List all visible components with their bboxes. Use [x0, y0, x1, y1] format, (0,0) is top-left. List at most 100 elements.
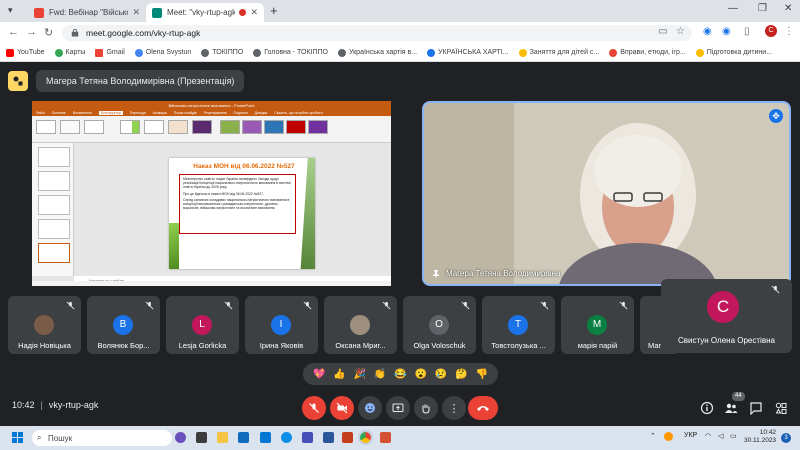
- bookmark-charter-2[interactable]: УКРАЇНСЬКА ХАРТІ...: [427, 48, 509, 57]
- reaction-thumbs-down[interactable]: 👎: [476, 369, 488, 380]
- bookmark-star-icon[interactable]: ☆: [676, 26, 685, 37]
- presentation-tile[interactable]: Військово-патріотичне виховання - PowerP…: [32, 101, 391, 286]
- participant-tile[interactable]: Надія Новіцька: [8, 296, 81, 354]
- speaker-video-tile[interactable]: ✥ Магера Тетяна Володимирівна: [422, 101, 791, 286]
- close-window-icon[interactable]: ✕: [784, 3, 792, 14]
- reload-icon[interactable]: ↻: [44, 26, 53, 39]
- volume-icon[interactable]: ◁: [718, 432, 723, 440]
- bookmark-charter[interactable]: Українська хартія в...: [337, 48, 417, 57]
- battery-icon[interactable]: ▭: [730, 432, 737, 440]
- file-explorer-icon[interactable]: [217, 432, 228, 443]
- reaction-clap[interactable]: 👏: [374, 369, 386, 380]
- reaction-heart[interactable]: 💖: [313, 369, 325, 380]
- forward-icon[interactable]: →: [26, 26, 37, 38]
- copilot-icon[interactable]: [175, 432, 186, 443]
- store-icon[interactable]: [238, 432, 249, 443]
- slide-thumbnail[interactable]: [38, 171, 70, 191]
- bookmark-preparation[interactable]: Підготовка дитини...: [695, 48, 772, 57]
- slide-thumbnail[interactable]: [38, 219, 70, 239]
- slide-thumbnail[interactable]: [38, 195, 70, 215]
- activities-icon[interactable]: [774, 401, 788, 415]
- pin-icon[interactable]: ✥: [769, 109, 783, 123]
- reaction-laugh[interactable]: 😂: [394, 369, 406, 380]
- new-tab-button[interactable]: +: [270, 3, 278, 18]
- site-info-icon[interactable]: [71, 28, 79, 37]
- minimize-icon[interactable]: —: [728, 3, 738, 14]
- presentation-app-icon[interactable]: [380, 432, 391, 443]
- participant-name: Волянюк Бор...: [97, 341, 150, 350]
- extension-icon[interactable]: ◉: [722, 26, 731, 37]
- present-button[interactable]: [386, 396, 410, 420]
- menu-icon[interactable]: ⋮: [784, 26, 794, 37]
- side-panel-icon[interactable]: ▯: [744, 26, 750, 37]
- meeting-time: 10:42: [12, 400, 35, 410]
- close-tab-icon[interactable]: ✕: [132, 7, 140, 18]
- maximize-icon[interactable]: ❐: [758, 3, 767, 14]
- reactions-bar: 💖 👍 🎉 👏 😂 😮 😢 🤔 👎: [303, 363, 498, 385]
- reaction-sad[interactable]: 😢: [435, 369, 447, 380]
- bookmark-tokippo-home[interactable]: Головна - ТОКІППО: [253, 48, 328, 57]
- shapes-icon: [13, 76, 23, 86]
- bookmark-tokippo[interactable]: ТОКІППО: [201, 48, 243, 57]
- participant-tile[interactable]: О Olga Voloschuk: [403, 296, 476, 354]
- extension-icon[interactable]: ◉: [703, 26, 712, 37]
- reaction-surprised[interactable]: 😮: [415, 369, 427, 380]
- leave-call-button[interactable]: [468, 396, 498, 420]
- word-icon[interactable]: [323, 432, 334, 443]
- globe-icon: [518, 48, 527, 57]
- bookmark-profile[interactable]: Olena Svystun: [134, 48, 191, 57]
- slide-thumbnail[interactable]: [38, 147, 70, 167]
- show-hidden-icons[interactable]: ⌃: [650, 432, 656, 440]
- back-icon[interactable]: ←: [8, 26, 19, 38]
- reaction-thumbs-up[interactable]: 👍: [333, 369, 345, 380]
- reaction-party[interactable]: 🎉: [354, 369, 366, 380]
- url-text: meet.google.com/vky-rtup-agk: [86, 28, 201, 38]
- teams-icon[interactable]: [302, 432, 313, 443]
- bookmark-maps[interactable]: Карты: [54, 48, 85, 57]
- tab-search-icon[interactable]: ▾: [8, 5, 13, 16]
- participant-tile[interactable]: L Lesja Gorlicka: [166, 296, 239, 354]
- browser-window: ▾ Fwd: Вебінар "Військово-патріо ✕ Meet:…: [0, 0, 800, 426]
- bookmark-exercises[interactable]: Вправи, етюди, ігр...: [609, 48, 686, 57]
- mail-icon[interactable]: [260, 432, 271, 443]
- bookmark-lessons[interactable]: Заняття для дітей с...: [518, 48, 599, 57]
- participant-tile[interactable]: М марія парій: [561, 296, 634, 354]
- camera-toggle-button[interactable]: [330, 396, 354, 420]
- participant-tile[interactable]: В Волянюк Бор...: [87, 296, 160, 354]
- bookmark-youtube[interactable]: YouTube: [6, 48, 45, 57]
- address-bar[interactable]: meet.google.com/vky-rtup-agk: [62, 25, 692, 41]
- notification-badge[interactable]: 3: [781, 433, 791, 443]
- self-view-tile[interactable]: С Свистун Олена Орестівна: [661, 279, 792, 353]
- participant-tile[interactable]: Т Товстолузька ...: [482, 296, 555, 354]
- powerpoint-icon[interactable]: [342, 432, 353, 443]
- presentation-chip[interactable]: Магера Тетяна Володимирівна (Презентація…: [36, 70, 245, 92]
- info-icon[interactable]: [700, 401, 714, 415]
- chrome-icon[interactable]: [358, 430, 373, 445]
- tray-app-icon[interactable]: [664, 432, 673, 441]
- participant-tile[interactable]: Оксана Мриг...: [324, 296, 397, 354]
- participant-photo: [34, 315, 54, 335]
- wifi-icon[interactable]: ◠: [705, 432, 711, 440]
- participant-tile[interactable]: І Ірина Яковів: [245, 296, 318, 354]
- tab-meet[interactable]: Meet: "vky-rtup-agk" ✕: [146, 3, 264, 22]
- activities-button[interactable]: [8, 71, 28, 91]
- taskbar-search[interactable]: ⌕ Пошук: [32, 430, 172, 446]
- reactions-button[interactable]: [358, 396, 382, 420]
- system-clock[interactable]: 10:42 30.11.2023: [744, 429, 776, 445]
- language-indicator[interactable]: УКР: [684, 432, 697, 439]
- mic-toggle-button[interactable]: [302, 396, 326, 420]
- chat-icon[interactable]: [749, 401, 763, 415]
- windows-start-icon[interactable]: [12, 432, 23, 443]
- reaction-thinking[interactable]: 🤔: [455, 369, 467, 380]
- raise-hand-button[interactable]: [414, 396, 438, 420]
- more-options-button[interactable]: ⋮: [442, 396, 466, 420]
- profile-avatar[interactable]: C: [765, 25, 777, 37]
- task-view-icon[interactable]: [196, 432, 207, 443]
- people-icon[interactable]: [724, 401, 738, 415]
- camera-indicator-icon[interactable]: ▭: [658, 26, 667, 37]
- close-tab-icon[interactable]: ✕: [250, 7, 258, 18]
- bookmark-gmail[interactable]: Gmail: [95, 48, 125, 57]
- slide-thumbnail-selected[interactable]: [38, 243, 70, 263]
- edge-icon[interactable]: [281, 432, 292, 443]
- tab-gmail[interactable]: Fwd: Вебінар "Військово-патріо ✕: [28, 3, 146, 22]
